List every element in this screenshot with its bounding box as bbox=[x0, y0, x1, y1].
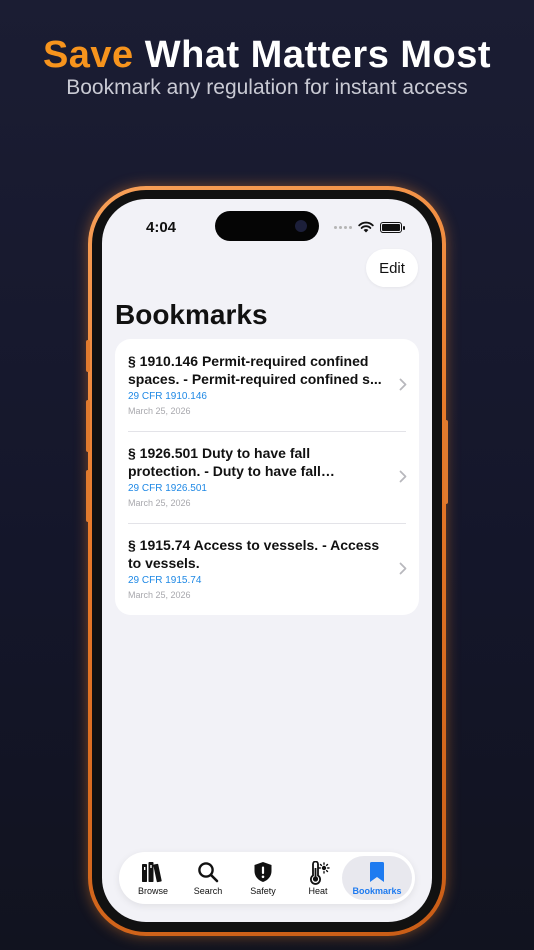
phone-side-button bbox=[86, 470, 90, 522]
phone-side-button bbox=[444, 420, 448, 504]
thermometer-sun-icon bbox=[310, 861, 330, 885]
tab-heat[interactable]: Heat bbox=[290, 852, 346, 904]
battery-icon bbox=[380, 221, 405, 233]
bookmark-date: March 25, 2026 bbox=[128, 590, 191, 600]
chevron-right-icon bbox=[399, 562, 407, 575]
bookmark-citation: 29 CFR 1910.146 bbox=[128, 391, 207, 402]
phone-screen: 4:04 Edit Bookmarks § 1910.146 Permit-re… bbox=[102, 199, 432, 922]
bookmark-icon bbox=[370, 862, 384, 882]
tab-browse[interactable]: Browse bbox=[125, 852, 181, 904]
bookmark-item[interactable]: § 1915.74 Access to vessels. - Access to… bbox=[115, 523, 419, 615]
bookmark-title: § 1926.501 Duty to have fall protection.… bbox=[128, 445, 321, 479]
headline-accent: Save bbox=[42, 34, 134, 76]
bookmark-date: March 25, 2026 bbox=[128, 406, 191, 416]
tab-label: Search bbox=[193, 886, 223, 896]
shield-alert-icon bbox=[254, 862, 272, 882]
tab-search[interactable]: Search bbox=[180, 852, 236, 904]
dynamic-island bbox=[215, 211, 319, 241]
chevron-right-icon bbox=[399, 470, 407, 483]
bookmark-title: § 1910.146 Permit-required confined spac… bbox=[128, 353, 382, 387]
bookmark-citation: 29 CFR 1926.501 bbox=[128, 483, 207, 494]
bookmark-title: § 1915.74 Access to vessels. - Access to… bbox=[128, 537, 380, 571]
phone-side-button bbox=[86, 340, 90, 372]
tab-bookmarks[interactable]: Bookmarks bbox=[342, 856, 412, 900]
camera-icon bbox=[295, 220, 307, 232]
bookmark-item[interactable]: § 1910.146 Permit-required confined spac… bbox=[115, 339, 419, 431]
magnifier-icon bbox=[198, 862, 219, 883]
tab-label: Heat bbox=[308, 886, 328, 896]
tab-safety[interactable]: Safety bbox=[235, 852, 291, 904]
page-title: Bookmarks bbox=[115, 299, 268, 330]
chevron-right-icon bbox=[399, 378, 407, 391]
books-icon bbox=[142, 862, 162, 883]
bookmark-item[interactable]: § 1926.501 Duty to have fall protection.… bbox=[115, 431, 419, 523]
promo-headline: Save What Matters Most bbox=[0, 34, 534, 77]
tab-label: Safety bbox=[250, 886, 276, 896]
bookmark-citation: 29 CFR 1915.74 bbox=[128, 575, 202, 586]
tab-label: Browse bbox=[137, 886, 168, 896]
edit-button[interactable]: Edit bbox=[366, 249, 418, 287]
headline-rest: What Matters Most bbox=[133, 34, 492, 76]
phone-side-button bbox=[86, 400, 90, 452]
bookmark-date: March 25, 2026 bbox=[128, 498, 191, 508]
signal-dots-icon bbox=[334, 225, 352, 229]
tab-bar: Browse Search Safety Heat Bookmarks bbox=[119, 852, 415, 904]
tab-label: Bookmarks bbox=[352, 886, 402, 896]
wifi-icon bbox=[358, 221, 374, 233]
status-icons bbox=[334, 221, 405, 233]
bookmark-list: § 1910.146 Permit-required confined spac… bbox=[115, 339, 419, 615]
promo-subheadline: Bookmark any regulation for instant acce… bbox=[66, 76, 468, 99]
status-time: 4:04 bbox=[146, 219, 177, 236]
